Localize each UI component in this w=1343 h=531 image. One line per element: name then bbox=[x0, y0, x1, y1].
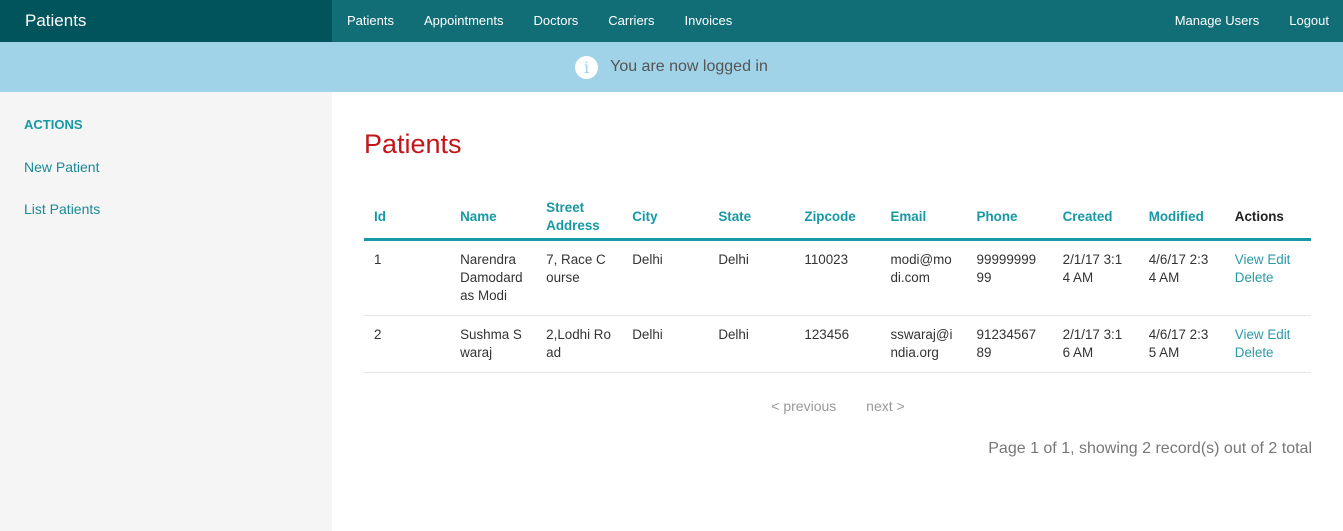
cell-modified: 4/6/17 2:34 AM bbox=[1138, 239, 1225, 316]
cell-phone: 9999999999 bbox=[966, 239, 1053, 316]
cell-state: Delhi bbox=[708, 239, 795, 316]
flash-message: i You are now logged in bbox=[0, 42, 1343, 92]
column-header[interactable]: Id bbox=[364, 199, 451, 241]
cell-street: 2,Lodhi Road bbox=[536, 315, 623, 373]
right-nav: Manage Users Logout bbox=[1159, 0, 1343, 42]
cell-id: 2 bbox=[364, 315, 451, 373]
column-header[interactable]: Email bbox=[880, 199, 967, 241]
nav-invoices[interactable]: Invoices bbox=[670, 0, 748, 42]
cell-city: Delhi bbox=[622, 315, 709, 373]
column-header[interactable]: Street Address bbox=[536, 199, 623, 241]
cell-city: Delhi bbox=[622, 239, 709, 316]
patients-table: Id Name Street Address City State Zipcode Emai… bbox=[364, 199, 1311, 373]
cell-zip: 123456 bbox=[794, 315, 881, 373]
table-row: 2 Sushma Swaraj 2,Lodhi Road Delhi Delhi 1234… bbox=[364, 315, 1311, 373]
cell-email: sswaraj@india.org bbox=[880, 315, 967, 373]
column-header[interactable]: Name bbox=[450, 199, 537, 241]
view-link[interactable]: View bbox=[1235, 252, 1264, 267]
column-header[interactable]: State bbox=[708, 199, 795, 241]
column-header[interactable]: Zipcode bbox=[794, 199, 881, 241]
sidebar: ACTIONS New Patient List Patients bbox=[0, 92, 332, 531]
cell-state: Delhi bbox=[708, 315, 795, 373]
cell-created: 2/1/17 3:16 AM bbox=[1052, 315, 1139, 373]
cell-street: 7, Race Course bbox=[536, 239, 623, 316]
cell-id: 1 bbox=[364, 239, 451, 316]
top-navbar: Patients Patients Appointments Doctors C… bbox=[0, 0, 1343, 42]
column-header[interactable]: Phone bbox=[966, 199, 1053, 241]
main-content: Patients Id Name Street Address City State Zi… bbox=[364, 92, 1312, 458]
cell-name: Sushma Swaraj bbox=[450, 315, 537, 373]
table-row: 1 Narendra Damodardas Modi 7, Race Course D… bbox=[364, 239, 1311, 316]
delete-link[interactable]: Delete bbox=[1235, 345, 1274, 360]
previous-link[interactable]: < previous bbox=[771, 398, 836, 414]
nav-manage-users[interactable]: Manage Users bbox=[1159, 0, 1274, 42]
sidebar-heading: ACTIONS bbox=[24, 117, 83, 132]
nav-appointments[interactable]: Appointments bbox=[409, 0, 519, 42]
column-header[interactable]: Modified bbox=[1138, 199, 1225, 241]
brand[interactable]: Patients bbox=[0, 0, 332, 42]
cell-actions: View Edit Delete bbox=[1224, 315, 1311, 373]
flash-text: You are now logged in bbox=[610, 58, 768, 75]
view-link[interactable]: View bbox=[1235, 327, 1264, 342]
edit-link[interactable]: Edit bbox=[1267, 252, 1290, 267]
column-header[interactable]: Created bbox=[1052, 199, 1139, 241]
cell-created: 2/1/17 3:14 AM bbox=[1052, 239, 1139, 316]
pagination: < previous next > bbox=[364, 398, 1312, 414]
pagination-summary: Page 1 of 1, showing 2 record(s) out of … bbox=[988, 439, 1312, 457]
edit-link[interactable]: Edit bbox=[1267, 327, 1290, 342]
nav-doctors[interactable]: Doctors bbox=[518, 0, 593, 42]
cell-name: Narendra Damodardas Modi bbox=[450, 239, 537, 316]
nav-logout[interactable]: Logout bbox=[1273, 0, 1343, 42]
column-header[interactable]: City bbox=[622, 199, 709, 241]
info-icon: i bbox=[575, 55, 599, 79]
nav-carriers[interactable]: Carriers bbox=[593, 0, 669, 42]
sidebar-item-list-patients[interactable]: List Patients bbox=[24, 201, 308, 217]
main-nav: Patients Appointments Doctors Carriers I… bbox=[332, 0, 747, 42]
column-header: Actions bbox=[1224, 199, 1311, 241]
cell-email: modi@modi.com bbox=[880, 239, 967, 316]
cell-zip: 110023 bbox=[794, 239, 881, 316]
delete-link[interactable]: Delete bbox=[1235, 270, 1274, 285]
page-title: Patients bbox=[364, 129, 462, 159]
cell-phone: 9123456789 bbox=[966, 315, 1053, 373]
nav-patients[interactable]: Patients bbox=[332, 0, 409, 42]
cell-modified: 4/6/17 2:35 AM bbox=[1138, 315, 1225, 373]
cell-actions: View Edit Delete bbox=[1224, 239, 1311, 316]
sidebar-item-new-patient[interactable]: New Patient bbox=[24, 159, 308, 175]
next-link[interactable]: next > bbox=[866, 398, 905, 414]
